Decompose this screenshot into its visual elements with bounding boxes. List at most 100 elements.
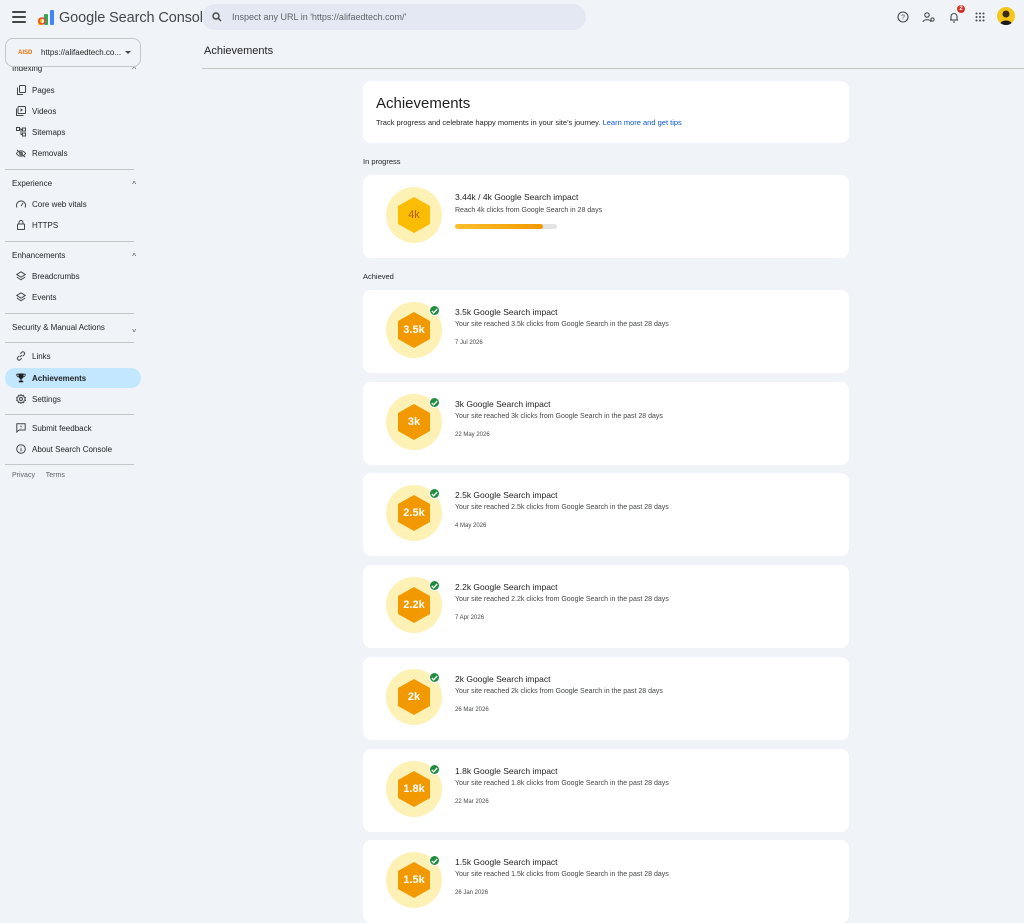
achievement-medal: 4k xyxy=(386,187,442,243)
check-circle-icon xyxy=(429,305,440,316)
achievement-title: 2.2k Google Search impact xyxy=(455,582,558,592)
achievement-description: Your site reached 1.8k clicks from Googl… xyxy=(455,780,669,787)
manage-users-icon[interactable] xyxy=(920,9,936,25)
achieved-achievement-card[interactable]: 2k 2k Google Search impact Your site reach… xyxy=(363,657,849,740)
in-progress-heading: In progress xyxy=(363,157,401,166)
sidebar-item-label: Events xyxy=(32,292,57,302)
header-divider xyxy=(202,68,1024,69)
url-inspection-search[interactable] xyxy=(202,4,586,30)
top-app-bar: Google Search Console ? 2 xyxy=(0,0,1024,36)
achievement-title: 3k Google Search impact xyxy=(455,399,551,409)
section-label: Enhancements xyxy=(12,251,66,260)
achieved-heading: Achieved xyxy=(363,272,394,281)
sidebar-item-removals[interactable]: Removals xyxy=(5,143,141,163)
achievement-title: 2.5k Google Search impact xyxy=(455,490,558,500)
achieved-achievement-card[interactable]: 1.5k 1.5k Google Search impact Your site r… xyxy=(363,840,849,923)
sidebar-divider xyxy=(5,464,134,465)
property-url: https://alifaedtech.co... xyxy=(41,48,122,57)
check-circle-icon xyxy=(429,672,440,683)
section-header-security-manual-actions[interactable]: Security & Manual Actions ^ xyxy=(12,323,136,333)
search-input[interactable] xyxy=(232,12,552,22)
intro-text: Track progress and celebrate happy momen… xyxy=(376,118,682,127)
sidebar-item-links[interactable]: Links xyxy=(5,346,141,366)
info-icon xyxy=(16,444,26,454)
check-circle-icon xyxy=(429,488,440,499)
in-progress-achievement-card[interactable]: 4k 3.44k / 4k Google Search impact Reach… xyxy=(363,175,849,258)
achievement-description: Your site reached 3.5k clicks from Googl… xyxy=(455,321,669,328)
search-console-logo-icon xyxy=(38,10,54,25)
terms-link[interactable]: Terms xyxy=(46,472,65,479)
app-title[interactable]: Google Search Console xyxy=(59,10,211,26)
sidebar-item-breadcrumbs[interactable]: Breadcrumbs xyxy=(5,266,141,286)
account-avatar[interactable] xyxy=(997,7,1015,25)
section-header-experience[interactable]: Experience ^ xyxy=(12,179,136,189)
svg-text:?: ? xyxy=(901,15,905,22)
sidebar-divider xyxy=(5,169,134,170)
sidebar-item-label: Core web vitals xyxy=(32,199,87,209)
sidebar-item-label: Sitemaps xyxy=(32,127,66,137)
progress-bar xyxy=(455,224,557,229)
achievement-title: 3.44k / 4k Google Search impact xyxy=(455,192,579,202)
sidebar-item-label: Pages xyxy=(32,85,55,95)
intro-title: Achievements xyxy=(376,95,471,112)
sidebar-item-label: Breadcrumbs xyxy=(32,271,80,281)
chevron-up-icon: ^ xyxy=(132,252,136,261)
achieved-achievement-card[interactable]: 3.5k 3.5k Google Search impact Your site r… xyxy=(363,290,849,373)
achieved-achievement-card[interactable]: 1.8k 1.8k Google Search impact Your site r… xyxy=(363,749,849,832)
sidebar-item-sitemaps[interactable]: Sitemaps xyxy=(5,122,141,142)
link-icon xyxy=(16,351,26,361)
sidebar-item-https[interactable]: HTTPS xyxy=(5,215,141,235)
sidebar-item-settings[interactable]: Settings xyxy=(5,389,141,409)
achievement-date: 26 Mar 2026 xyxy=(455,707,489,713)
achievement-date: 7 Jul 2026 xyxy=(455,340,483,346)
achievement-description: Your site reached 2.5k clicks from Googl… xyxy=(455,504,669,511)
achievement-date: 4 May 2026 xyxy=(455,523,487,529)
privacy-link[interactable]: Privacy xyxy=(12,472,35,479)
sidebar-item-label: Links xyxy=(32,351,51,361)
achievement-title: 3.5k Google Search impact xyxy=(455,307,558,317)
apps-grid-icon[interactable] xyxy=(972,9,988,25)
sidebar-item-submit-feedback[interactable]: Submit feedback xyxy=(5,418,141,438)
achievement-description: Your site reached 2k clicks from Google … xyxy=(455,688,663,695)
videos-icon xyxy=(16,106,26,116)
achievement-description: Your site reached 3k clicks from Google … xyxy=(455,413,663,420)
help-icon[interactable]: ? xyxy=(895,9,911,25)
check-circle-icon xyxy=(429,855,440,866)
sidebar-divider xyxy=(5,313,134,314)
check-circle-icon xyxy=(429,397,440,408)
sidebar-divider xyxy=(5,241,134,242)
achievements-intro-card: Achievements Track progress and celebrat… xyxy=(363,81,849,143)
property-selector[interactable]: AISD https://alifaedtech.co... xyxy=(5,38,141,67)
sidebar-item-achievements[interactable]: Achievements xyxy=(5,368,141,388)
check-circle-icon xyxy=(429,764,440,775)
chevron-down-icon: ^ xyxy=(132,324,136,333)
achievement-description: Your site reached 2.2k clicks from Googl… xyxy=(455,596,669,603)
achievement-description: Your site reached 1.5k clicks from Googl… xyxy=(455,871,669,878)
page-title: Achievements xyxy=(204,45,274,57)
achieved-achievement-card[interactable]: 3k 3k Google Search impact Your site reach… xyxy=(363,382,849,465)
menu-icon[interactable] xyxy=(12,11,26,23)
notifications-icon[interactable]: 2 xyxy=(946,5,965,25)
property-logo: AISD xyxy=(18,49,33,56)
sidebar-item-events[interactable]: Events xyxy=(5,287,141,307)
sidebar-item-label: Achievements xyxy=(32,373,87,383)
achieved-achievement-card[interactable]: 2.5k 2.5k Google Search impact Your site r… xyxy=(363,473,849,556)
sidebar-item-core-web-vitals[interactable]: Core web vitals xyxy=(5,194,141,214)
sidebar-footer: Privacy Terms xyxy=(12,472,74,479)
achievement-date: 22 Mar 2026 xyxy=(455,799,489,805)
sitemaps-icon xyxy=(16,127,26,137)
check-circle-icon xyxy=(429,580,440,591)
sidebar-item-about[interactable]: About Search Console xyxy=(5,439,141,459)
learn-more-link[interactable]: Learn more and get tips xyxy=(603,118,682,127)
sidebar-item-pages[interactable]: Pages xyxy=(5,80,141,100)
achievement-description: Reach 4k clicks from Google Search in 28… xyxy=(455,207,603,214)
achievement-title: 1.5k Google Search impact xyxy=(455,857,558,867)
achieved-achievement-card[interactable]: 2.2k 2.2k Google Search impact Your site r… xyxy=(363,565,849,648)
sidebar-item-videos[interactable]: Videos xyxy=(5,101,141,121)
achievement-date: 22 May 2026 xyxy=(455,432,490,438)
progress-bar-fill xyxy=(455,224,543,229)
intro-description: Track progress and celebrate happy momen… xyxy=(376,118,601,127)
section-label: Experience xyxy=(12,179,53,188)
section-header-enhancements[interactable]: Enhancements ^ xyxy=(12,251,136,261)
dropdown-caret-icon xyxy=(125,51,131,54)
